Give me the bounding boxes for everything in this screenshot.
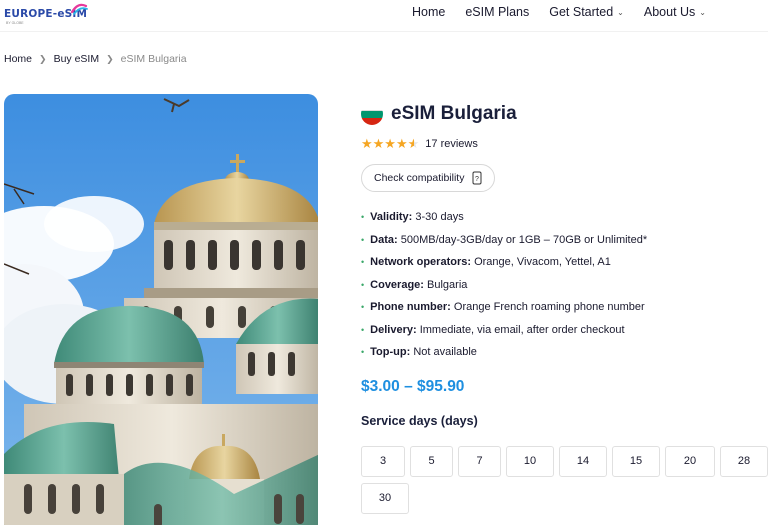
flag-stripe-red (361, 118, 383, 125)
day-option-10[interactable]: 10 (506, 445, 554, 477)
site-logo[interactable]: EUROPE-eSIM BY GLOBE (4, 2, 94, 28)
breadcrumb-buy-esim[interactable]: Buy eSIM (54, 53, 100, 65)
chevron-right-icon: ❯ (106, 53, 114, 64)
feature-value: Immediate, via email, after order checko… (419, 323, 625, 336)
feature-top-up: • Top-up: Not available (361, 341, 768, 364)
day-option-20[interactable]: 20 (665, 445, 715, 477)
feature-value: 500MB/day-3GB/day or 1GB – 70GB or Unlim… (400, 233, 648, 246)
nav-get-started-label: Get Started (549, 5, 614, 19)
logo-swoosh-icon (70, 3, 88, 15)
bullet-icon: • (361, 212, 365, 223)
day-option-15[interactable]: 15 (612, 445, 660, 477)
feature-label: Coverage: (370, 278, 424, 291)
service-days-title: Service days (days) (361, 413, 478, 428)
cathedral-illustration (4, 94, 318, 525)
feature-data: • Data: 500MB/day-3GB/day or 1GB – 70GB o… (361, 229, 768, 252)
flag-stripe-green (361, 111, 383, 118)
product-details: eSIM Bulgaria ★★★★★ 17 reviews Check com… (361, 100, 768, 514)
feature-value: Orange French roaming phone number (453, 301, 645, 314)
chevron-down-icon: ⌄ (617, 8, 624, 17)
day-option-30[interactable]: 30 (361, 482, 409, 514)
nav-about-us[interactable]: About Us ⌄ (644, 5, 706, 19)
feature-coverage: • Coverage: Bulgaria (361, 274, 768, 297)
bullet-icon: • (361, 279, 365, 290)
feature-delivery: • Delivery: Immediate, via email, after o… (361, 319, 768, 342)
product-image (4, 94, 318, 525)
feature-label: Top-up: (370, 346, 411, 359)
day-option-14[interactable]: 14 (559, 445, 607, 477)
nav-get-started[interactable]: Get Started ⌄ (549, 5, 624, 19)
feature-validity: • Validity: 3-30 days (361, 206, 768, 229)
price-range: $3.00 – $95.90 (361, 377, 465, 395)
main-nav: Home eSIM Plans Get Started ⌄ About Us ⌄ (412, 0, 706, 24)
feature-label: Network operators: (370, 256, 472, 269)
bullet-icon: • (361, 234, 365, 245)
feature-label: Validity: (370, 211, 413, 224)
nav-home[interactable]: Home (412, 5, 445, 19)
bullet-icon: • (361, 257, 365, 268)
breadcrumb: Home ❯ Buy eSIM ❯ eSIM Bulgaria (4, 53, 187, 65)
bulgaria-flag-icon (361, 103, 383, 125)
chevron-right-icon: ❯ (39, 53, 47, 64)
breadcrumb-home[interactable]: Home (4, 53, 32, 65)
feature-phone-number: • Phone number: Orange French roaming pho… (361, 296, 768, 319)
feature-label: Data: (370, 233, 398, 246)
phone-icon: ? (472, 171, 482, 185)
check-compatibility-label: Check compatibility (374, 172, 465, 184)
site-header: EUROPE-eSIM BY GLOBE Home eSIM Plans Get… (0, 0, 768, 32)
star-rating-icon: ★★★★★ (361, 136, 420, 151)
svg-text:?: ? (476, 176, 480, 183)
logo-subtext: BY GLOBE (6, 21, 24, 25)
bullet-icon: • (361, 302, 365, 313)
feature-value: Bulgaria (427, 278, 468, 291)
feature-value: 3-30 days (415, 211, 464, 224)
nav-esim-plans[interactable]: eSIM Plans (465, 5, 529, 19)
feature-value: Orange, Vivacom, Yettel, A1 (474, 256, 611, 269)
product-rating[interactable]: ★★★★★ 17 reviews (361, 136, 768, 152)
feature-network-operators: • Network operators: Orange, Vivacom, Yet… (361, 251, 768, 274)
feature-label: Phone number: (370, 301, 451, 314)
feature-label: Delivery: (370, 323, 417, 336)
day-option-7[interactable]: 7 (458, 445, 501, 477)
nav-esim-plans-label: eSIM Plans (465, 5, 530, 19)
check-compatibility-button[interactable]: Check compatibility ? (361, 164, 496, 192)
feature-list: • Validity: 3-30 days • Data: 500MB/day-3G… (361, 206, 768, 364)
bullet-icon: • (361, 324, 365, 335)
breadcrumb-current: eSIM Bulgaria (120, 53, 187, 65)
service-days-options: 3 5 7 10 14 15 20 28 30 (361, 445, 768, 514)
feature-value: Not available (413, 346, 477, 359)
chevron-down-icon: ⌄ (699, 8, 706, 17)
product-title-row: eSIM Bulgaria (361, 100, 768, 128)
nav-about-us-label: About Us (643, 5, 696, 19)
day-option-28[interactable]: 28 (720, 445, 768, 477)
flag-stripe-white (361, 103, 383, 111)
nav-home-label: Home (411, 5, 446, 19)
product-title: eSIM Bulgaria (391, 103, 517, 124)
day-option-5[interactable]: 5 (410, 445, 453, 477)
bullet-icon: • (361, 347, 365, 358)
review-count[interactable]: 17 reviews (425, 138, 478, 150)
day-option-3[interactable]: 3 (361, 445, 405, 477)
